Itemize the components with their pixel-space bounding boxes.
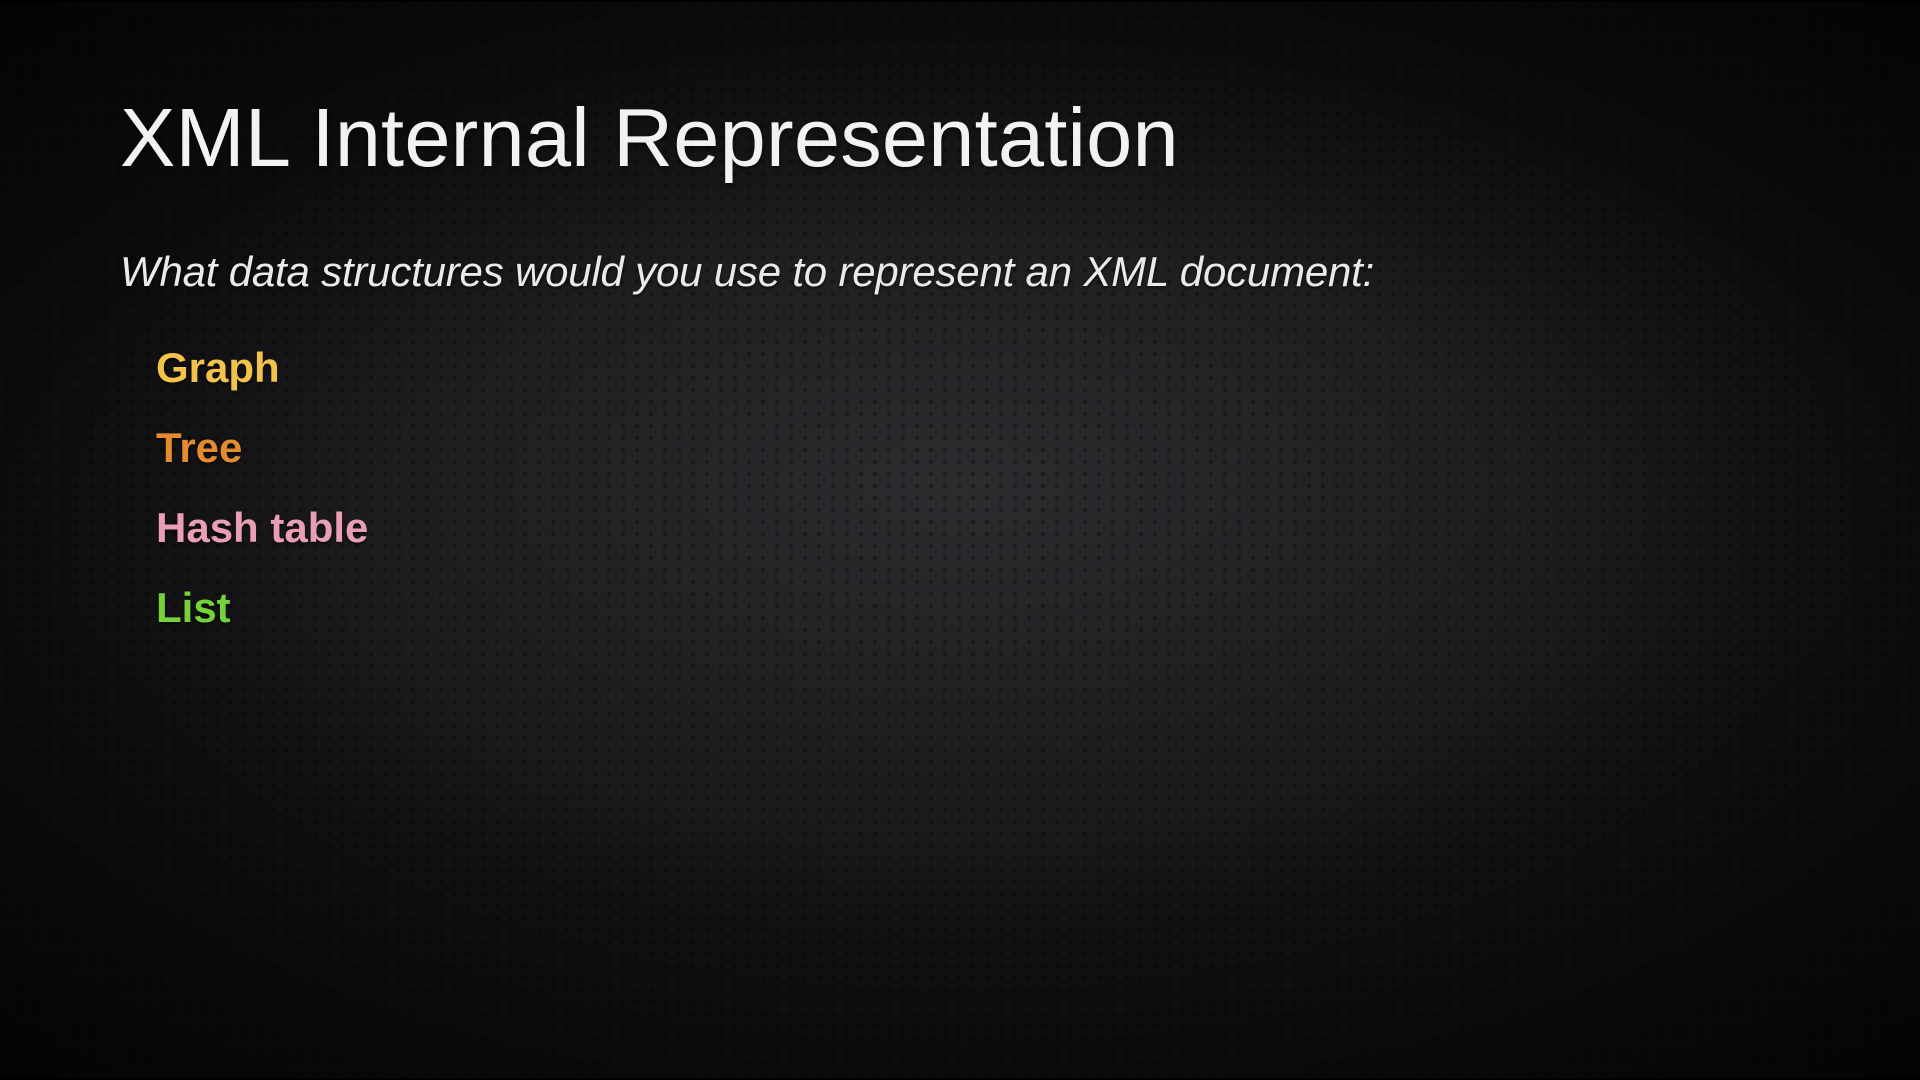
slide-content: XML Internal Representation What data st… bbox=[0, 0, 1920, 632]
option-hashtable: Hash table bbox=[156, 504, 1800, 552]
slide-question: What data structures would you use to re… bbox=[120, 248, 1800, 296]
option-tree: Tree bbox=[156, 424, 1800, 472]
option-graph: Graph bbox=[156, 344, 1800, 392]
option-list: List bbox=[156, 584, 1800, 632]
slide-title: XML Internal Representation bbox=[120, 90, 1800, 186]
letterbox-top bbox=[0, 0, 1920, 2]
options-list: Graph Tree Hash table List bbox=[120, 344, 1800, 632]
